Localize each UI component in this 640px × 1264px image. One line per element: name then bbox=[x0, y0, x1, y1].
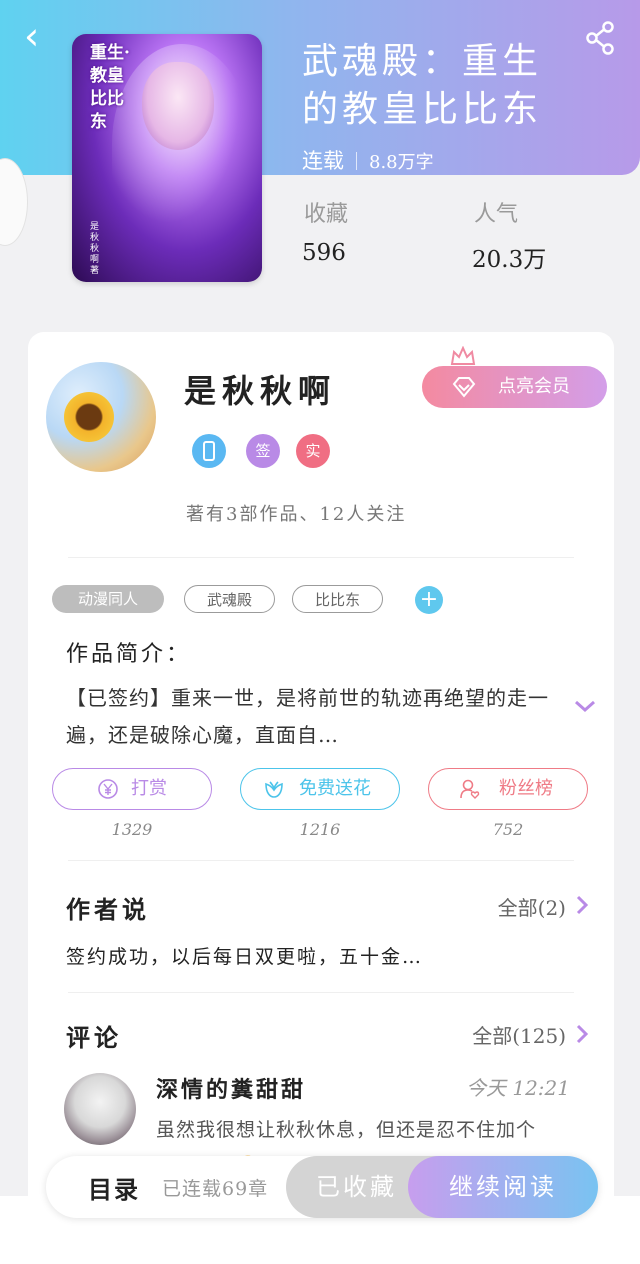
book-title: 武魂殿：重生的教皇比比东 bbox=[302, 41, 543, 130]
diamond-icon bbox=[452, 377, 476, 398]
favorites-label: 收藏 bbox=[304, 202, 349, 227]
fan-heart-icon bbox=[460, 779, 480, 799]
book-word-count: 8.8万字 bbox=[369, 152, 434, 173]
book-meta: 连载 8.8万字 bbox=[302, 145, 434, 175]
vip-button[interactable]: 点亮会员 bbox=[422, 366, 607, 408]
author-says-heading: 作者说 bbox=[66, 895, 150, 924]
reward-button[interactable]: 打赏 bbox=[52, 768, 212, 810]
flower-icon bbox=[265, 781, 283, 798]
send-flower-button[interactable]: 免费送花 bbox=[240, 768, 400, 810]
yen-coin-icon bbox=[98, 779, 118, 799]
continue-reading-button[interactable]: 继续阅读 bbox=[408, 1156, 598, 1218]
vip-button-label: 点亮会员 bbox=[498, 376, 570, 397]
fan-count: 752 bbox=[492, 820, 524, 839]
real-name-badge: 实 bbox=[296, 434, 330, 468]
book-status: 连载 bbox=[302, 149, 344, 173]
book-cover: 重生·教皇比比东 是秋秋啊 著 bbox=[72, 34, 262, 282]
cover-author-text: 是秋秋啊 著 bbox=[90, 222, 100, 276]
divider bbox=[68, 557, 574, 558]
fan-ranking-button[interactable]: 粉丝榜 bbox=[428, 768, 588, 810]
intro-text: 【已签约】重来一世，是将前世的轨迹再绝望的走一遍，还是破除心魔，直面自… bbox=[66, 686, 549, 747]
chapters-count: 已连载69章 bbox=[162, 1178, 269, 1200]
author-summary: 著有3部作品、12人关注 bbox=[186, 504, 407, 525]
author-says-all-link[interactable]: 全部(2) bbox=[498, 892, 566, 921]
signed-badge: 签 bbox=[246, 434, 280, 468]
phone-badge-icon bbox=[192, 434, 226, 468]
tag-item[interactable]: 比比东 bbox=[292, 585, 383, 613]
popularity-value: 20.3万 bbox=[472, 247, 547, 273]
commenter-name[interactable]: 深情的糞甜甜 bbox=[156, 1072, 306, 1104]
share-icon[interactable] bbox=[584, 20, 616, 56]
toc-button[interactable]: 目录 bbox=[88, 1170, 140, 1205]
sunflower-image bbox=[64, 392, 114, 442]
comment-time: 今天 12:21 bbox=[466, 1076, 570, 1100]
chevron-left-icon: ‹ bbox=[24, 14, 40, 58]
favorited-label: 已收藏 bbox=[316, 1173, 397, 1201]
expand-chevron-icon[interactable] bbox=[573, 698, 597, 714]
send-flower-label: 免费送花 bbox=[299, 778, 371, 799]
flower-count: 1216 bbox=[299, 820, 341, 839]
divider bbox=[68, 992, 574, 993]
comments-heading: 评论 bbox=[66, 1023, 122, 1052]
fan-ranking-label: 粉丝榜 bbox=[499, 778, 553, 799]
popularity-label: 人气 bbox=[474, 202, 519, 227]
author-name[interactable]: 是秋秋啊 bbox=[184, 366, 336, 412]
favorites-value: 596 bbox=[302, 240, 346, 266]
reward-count: 1329 bbox=[111, 820, 153, 839]
chevron-right-icon[interactable] bbox=[574, 894, 590, 916]
add-tag-button[interactable]: + bbox=[415, 586, 443, 614]
comments-all-link[interactable]: 全部(125) bbox=[472, 1020, 566, 1049]
cover-title-text: 重生·教皇比比东 bbox=[90, 43, 130, 132]
crown-icon bbox=[450, 346, 476, 365]
tag-item[interactable]: 武魂殿 bbox=[184, 585, 275, 613]
intro-heading: 作品简介： bbox=[66, 642, 192, 667]
author-says-text[interactable]: 签约成功，以后每日双更啦，五十金… bbox=[66, 942, 423, 969]
chevron-right-icon[interactable] bbox=[574, 1023, 590, 1045]
commenter-avatar[interactable] bbox=[64, 1073, 136, 1145]
author-avatar[interactable] bbox=[46, 362, 156, 472]
reward-label: 打赏 bbox=[131, 778, 167, 799]
tag-category[interactable]: 动漫同人 bbox=[52, 585, 164, 613]
plus-icon: + bbox=[419, 587, 439, 612]
divider bbox=[68, 860, 574, 861]
back-button[interactable]: ‹ bbox=[24, 17, 52, 58]
